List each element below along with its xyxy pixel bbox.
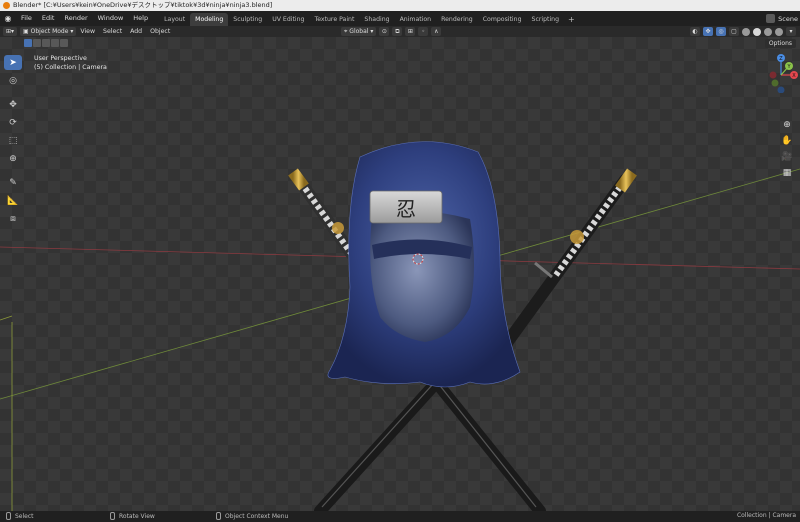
- options-dropdown[interactable]: Options: [764, 39, 796, 48]
- window-title: Blender* [C:¥Users¥kein¥OneDrive¥デスクトップ¥…: [13, 1, 273, 9]
- menu-select[interactable]: Select: [99, 26, 126, 37]
- tab-sculpting[interactable]: Sculpting: [228, 13, 267, 26]
- rotate-tool[interactable]: ⟳: [4, 115, 22, 130]
- menu-add[interactable]: Add: [126, 26, 146, 37]
- status-context-label: Object Context Menu: [225, 512, 289, 520]
- status-bar: Select Rotate View Object Context Menu C…: [0, 511, 800, 522]
- snap-target-icon[interactable]: ⊞: [405, 27, 416, 36]
- annotate-tool[interactable]: ✎: [4, 175, 22, 190]
- transform-orientation-dropdown[interactable]: ⌖ Global ▾: [341, 27, 377, 36]
- mouse-right-icon: [216, 512, 221, 520]
- select-new-icon[interactable]: [24, 39, 32, 47]
- menu-edit[interactable]: Edit: [37, 11, 60, 26]
- tab-uv-editing[interactable]: UV Editing: [267, 13, 309, 26]
- menu-help[interactable]: Help: [128, 11, 153, 26]
- orientation-label: Global: [349, 28, 369, 35]
- katana-left: [288, 168, 364, 269]
- select-subtract-icon[interactable]: [42, 39, 50, 47]
- material-shading-icon[interactable]: [764, 27, 772, 36]
- select-extend-icon[interactable]: [33, 39, 41, 47]
- ortho-grid-icon[interactable]: ▦: [781, 167, 793, 179]
- tab-layout[interactable]: Layout: [159, 13, 190, 26]
- select-intersect-icon[interactable]: [60, 39, 68, 47]
- tab-scripting[interactable]: Scripting: [527, 13, 565, 26]
- pivot-icon[interactable]: ⊙: [379, 27, 390, 36]
- measure-tool[interactable]: 📐: [4, 193, 22, 208]
- add-cube-tool[interactable]: ⧈: [4, 211, 22, 226]
- active-collection-label: (5) Collection | Camera: [34, 64, 107, 71]
- select-box-tool[interactable]: ➤: [4, 55, 22, 70]
- status-context: Object Context Menu: [216, 512, 288, 520]
- overlay-toggle-icon[interactable]: ◎: [716, 27, 726, 36]
- visibility-icon[interactable]: ◐: [690, 27, 700, 36]
- navigation-gizmo[interactable]: Z Y X: [764, 53, 798, 93]
- viewport-scene: 忍: [0, 141, 800, 511]
- navigation-tools: ⊕ ✋ 🎥 ▦: [781, 119, 793, 179]
- viewport-subheader: Options: [0, 37, 800, 49]
- blender-logo-icon[interactable]: ◉: [0, 11, 16, 26]
- tab-shading[interactable]: Shading: [359, 13, 394, 26]
- falloff-icon[interactable]: ∧: [431, 27, 442, 36]
- window-title-bar: Blender* [C:¥Users¥kein¥OneDrive¥デスクトップ¥…: [0, 0, 800, 11]
- top-menu-bar: ◉ File Edit Render Window Help Layout Mo…: [0, 11, 800, 26]
- zoom-icon[interactable]: ⊕: [781, 119, 793, 131]
- status-select-label: Select: [15, 512, 34, 520]
- mouse-middle-icon: [110, 512, 115, 520]
- gizmo-toggle-icon[interactable]: ✥: [703, 27, 713, 36]
- mode-dropdown[interactable]: ▣ Object Mode ▾: [20, 27, 77, 36]
- tab-rendering[interactable]: Rendering: [436, 13, 478, 26]
- viewport-header: ⊞▾ ▣ Object Mode ▾ View Select Add Objec…: [0, 26, 800, 37]
- status-rotate-label: Rotate View: [119, 512, 155, 520]
- ninja-face: [370, 211, 474, 342]
- selection-mode-group: [24, 39, 68, 47]
- cursor-tool[interactable]: ◎: [4, 73, 22, 88]
- menu-window[interactable]: Window: [93, 11, 129, 26]
- shading-options-icon[interactable]: ▾: [786, 27, 796, 36]
- xray-toggle-icon[interactable]: ▢: [729, 27, 739, 36]
- solid-shading-icon[interactable]: [753, 27, 761, 36]
- perspective-label: User Perspective: [34, 55, 87, 62]
- tab-texture-paint[interactable]: Texture Paint: [309, 13, 359, 26]
- add-workspace-button[interactable]: +: [564, 13, 579, 26]
- scale-tool[interactable]: ⬚: [4, 133, 22, 148]
- rendered-shading-icon[interactable]: [775, 27, 783, 36]
- camera-view-icon[interactable]: 🎥: [781, 151, 793, 163]
- scene-icon: [766, 14, 776, 23]
- workspace-tabs: Layout Modeling Sculpting UV Editing Tex…: [159, 11, 579, 26]
- snap-icon[interactable]: ⧉: [392, 27, 403, 36]
- menu-view[interactable]: View: [76, 26, 99, 37]
- viewport-info: User Perspective (5) Collection | Camera: [34, 54, 107, 72]
- status-collection: Collection | Camera: [736, 512, 796, 519]
- wireframe-shading-icon[interactable]: [742, 27, 750, 36]
- viewport-display-controls: ◐ ✥ ◎ ▢ ▾: [690, 27, 796, 36]
- scene-label: Scene: [778, 14, 798, 23]
- pan-hand-icon[interactable]: ✋: [781, 135, 793, 147]
- menu-render[interactable]: Render: [59, 11, 92, 26]
- proportional-edit-icon[interactable]: ◦: [418, 27, 429, 36]
- tab-modeling[interactable]: Modeling: [190, 13, 229, 26]
- move-tool[interactable]: ✥: [4, 97, 22, 112]
- mode-label: Object Mode: [30, 28, 69, 35]
- menu-object[interactable]: Object: [146, 26, 174, 37]
- scene-selector[interactable]: Scene: [766, 11, 800, 26]
- headband-glyph: 忍: [396, 197, 416, 221]
- gizmo-x-label: X: [792, 73, 796, 79]
- blender-app-icon: [3, 2, 10, 9]
- gizmo-z-label: Z: [779, 56, 783, 62]
- status-rotate: Rotate View: [110, 512, 155, 520]
- tab-compositing[interactable]: Compositing: [478, 13, 527, 26]
- editor-type-button[interactable]: ⊞▾: [3, 27, 18, 36]
- 3d-viewport[interactable]: 忍 Options User Perspective (5) Collectio…: [0, 37, 800, 511]
- transform-controls: ⌖ Global ▾ ⊙ ⧉ ⊞ ◦ ∧: [338, 27, 442, 36]
- tool-shelf: ➤ ◎ ✥ ⟳ ⬚ ⊕ ✎ 📐 ⧈: [4, 55, 22, 226]
- menu-file[interactable]: File: [16, 11, 37, 26]
- mouse-left-icon: [6, 512, 11, 520]
- tab-animation[interactable]: Animation: [395, 13, 437, 26]
- status-select: Select: [6, 512, 34, 520]
- select-invert-icon[interactable]: [51, 39, 59, 47]
- transform-tool[interactable]: ⊕: [4, 151, 22, 166]
